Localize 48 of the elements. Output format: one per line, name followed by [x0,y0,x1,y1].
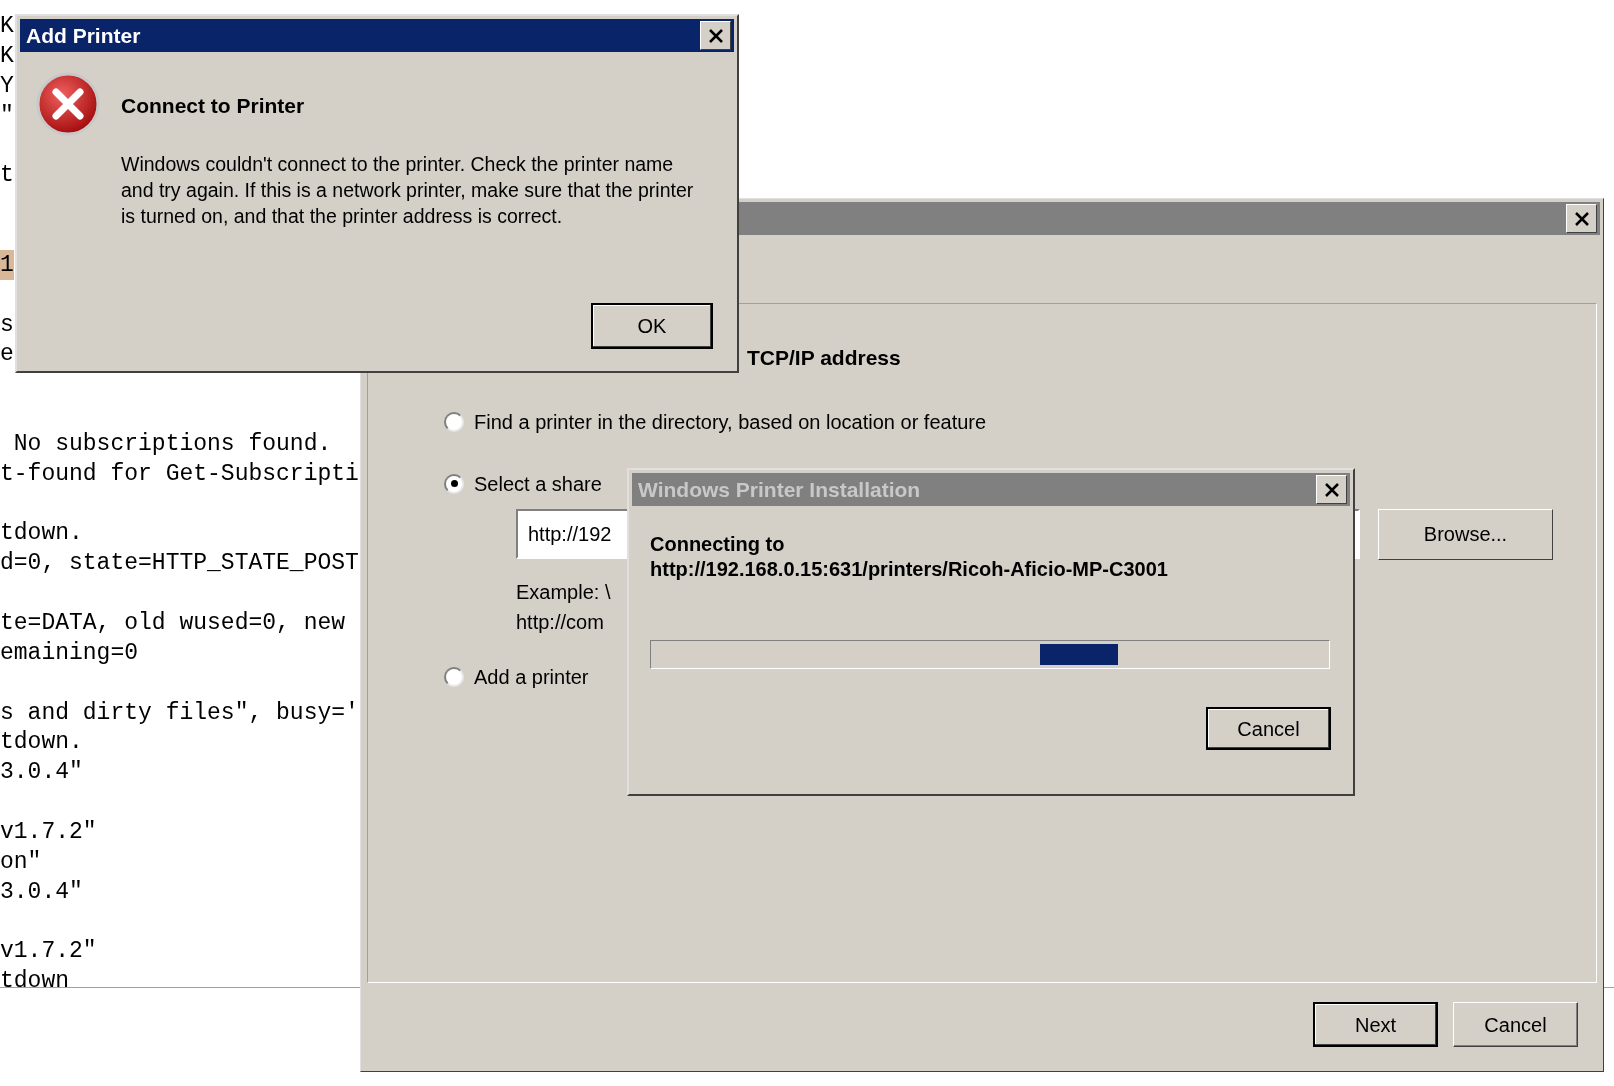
window-title: Windows Printer Installation [638,476,921,503]
terminal-line: on" [0,847,42,877]
terminal-line: v1.7.2" [0,817,97,847]
browse-button[interactable]: Browse... [1378,508,1553,560]
close-button[interactable] [1316,475,1347,504]
error-message: Windows couldn't connect to the printer. Check the printer name and try again. If this is a network printer, make sure that the printer is turned on, and that the printer address is correct. [121,151,695,229]
option-label: Select a share [474,471,602,497]
terminal-line: 3.0.4" [0,877,83,907]
terminal-line: K [0,12,14,41]
window-title: Add Printer [26,22,141,49]
terminal-line: e [0,340,14,370]
error-icon [36,72,100,136]
terminal-line: tdown [0,967,69,987]
terminal-line: tdown. [0,519,83,549]
option-label: Find a printer in the directory, based on location or feature [474,409,987,435]
status-message: Connecting to [650,532,786,557]
radio-button[interactable] [444,666,464,687]
close-icon [1323,482,1340,497]
example-text: Example: \ [516,579,612,605]
terminal-line: t [0,161,14,191]
dialog-button[interactable]: OK [591,303,713,349]
terminal-line: v1.7.2" [0,937,97,967]
printer-url: http://192.168.0.15:631/printers/Ricoh-Aficio-MP-C3001 [650,557,1169,582]
dialog-heading: Connect to Printer [121,93,306,119]
terminal-line: s [0,310,14,340]
close-icon [1573,211,1590,226]
option-label: Add a printer [474,664,589,690]
terminal-line: d=0, state=HTTP_STATE_POST [0,549,359,579]
dialog-button[interactable]: Next [1313,1002,1438,1047]
example-text: http://com [516,609,605,635]
close-button[interactable] [700,21,731,50]
terminal-line: 3.0.4" [0,758,83,788]
terminal-line: te=DATA, old wused=0, new [0,609,346,638]
terminal-line: s and dirty files", busy=' [0,698,359,728]
section-heading: TCP/IP address [747,345,902,371]
dialog-button[interactable]: Cancel [1206,707,1331,750]
close-icon [707,28,724,43]
radio-button[interactable] [444,411,464,432]
close-button[interactable] [1566,204,1597,233]
terminal-line: K [0,41,14,71]
terminal-line: emaining=0 [0,638,139,668]
terminal-line: No subscriptions found. [12,429,332,459]
terminal-line: t-found for Get-Subscripti [0,459,359,489]
terminal-line: tdown. [0,728,83,758]
terminal-line: Y [0,71,14,101]
dialog-button[interactable]: Cancel [1453,1002,1578,1047]
radio-button[interactable] [444,473,464,494]
terminal-line: " [0,101,14,131]
